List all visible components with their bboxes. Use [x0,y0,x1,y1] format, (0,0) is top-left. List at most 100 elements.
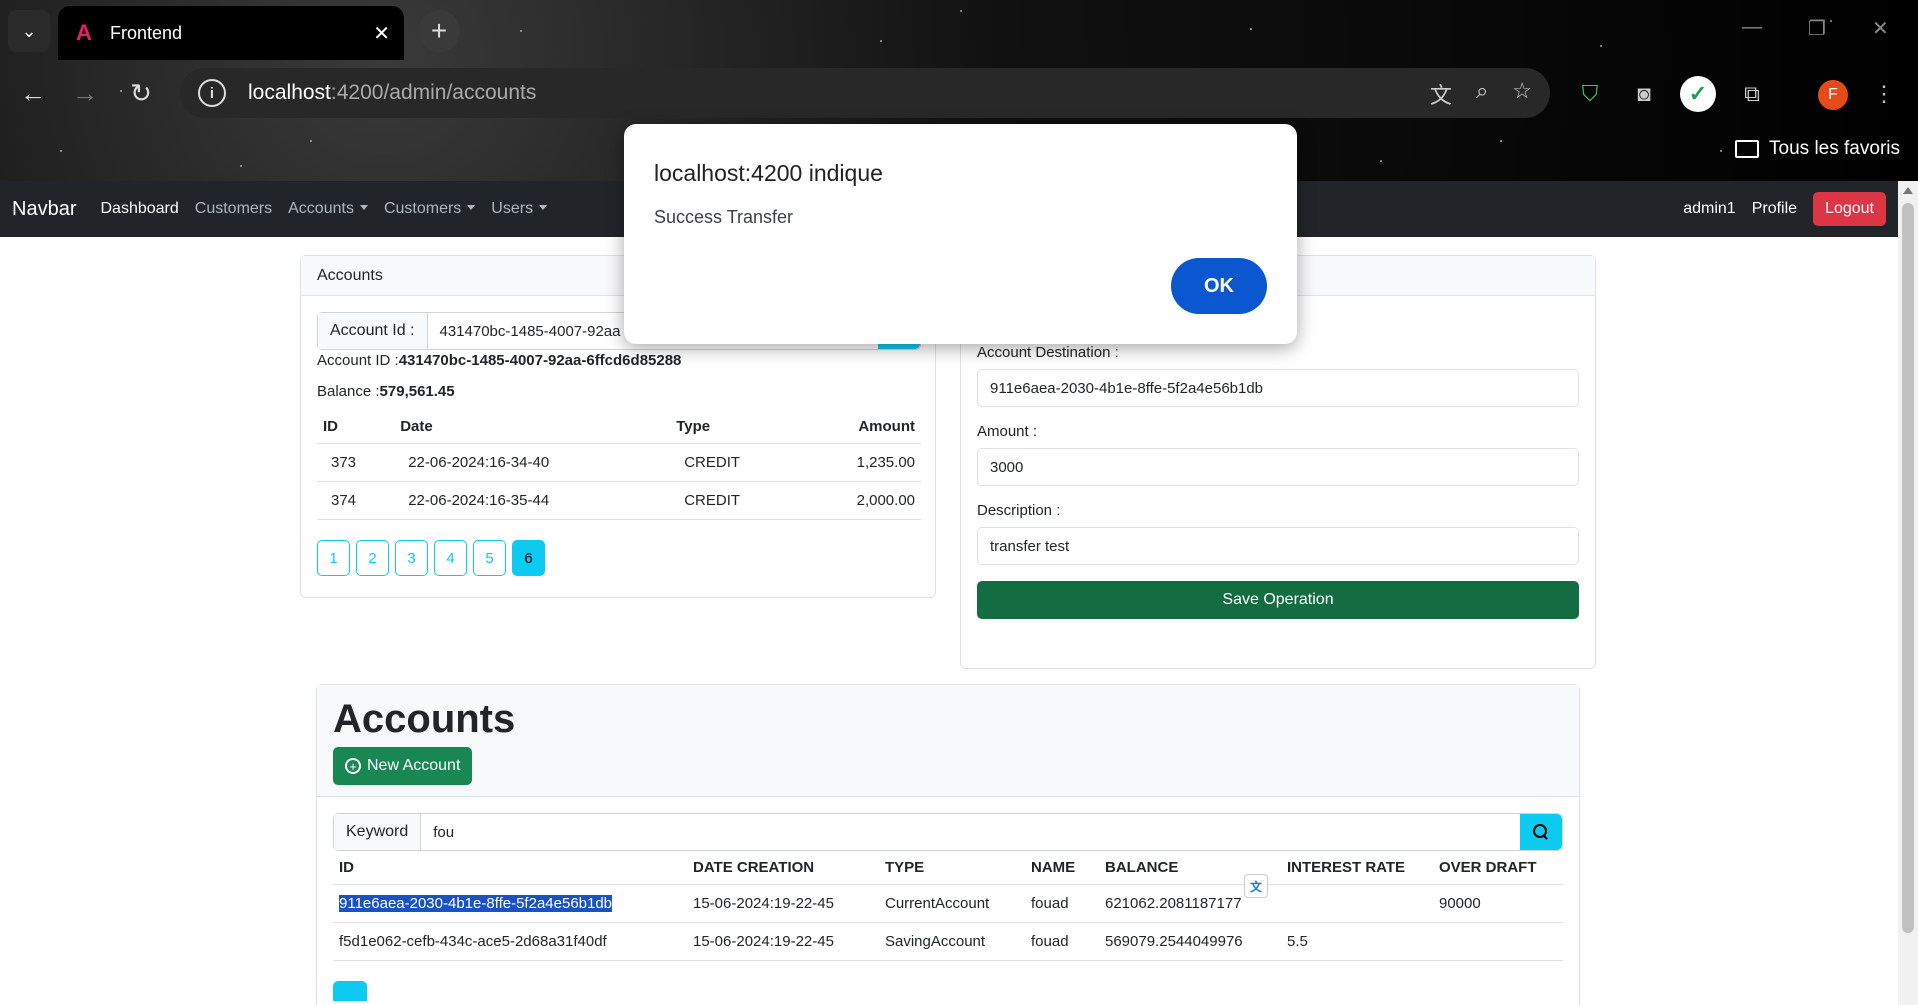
cell-overdraft: 90000 [1433,884,1563,923]
nav-accounts-dropdown[interactable]: Accounts [288,200,368,218]
new-account-label: New Account [367,757,461,774]
navbar-brand[interactable]: Navbar [12,198,76,221]
logout-button[interactable]: Logout [1813,192,1886,226]
nav-customers-dropdown[interactable]: Customers [384,200,475,218]
ok-button[interactable]: OK [1171,258,1267,314]
col-type: TYPE [879,851,1025,885]
puzzle-icon[interactable]: ⧉ [1736,78,1768,110]
cell-overdraft [1433,922,1563,961]
cell-type: CREDIT [670,443,801,482]
url-host: localhost [248,81,331,104]
folder-icon [1735,140,1760,158]
star-icon[interactable]: ☆ [1512,78,1532,110]
checkmark-extension-icon[interactable]: ✓ [1680,76,1716,112]
minimize-icon[interactable]: — [1742,16,1762,39]
cell-amount: 1,235.00 [800,443,921,482]
restore-icon[interactable]: ❐ [1808,16,1826,41]
operations-pagination: 1 2 3 4 5 6 [317,540,919,576]
page-button-4[interactable]: 4 [434,540,467,576]
keyword-search-button[interactable] [1520,814,1562,850]
table-row: 374 22-06-2024:16-35-44 CREDIT 2,000.00 [317,481,921,520]
accounts-table: ID DATE CREATION TYPE NAME BALANCE INTER… [333,851,1563,961]
col-id: ID [317,410,395,444]
cell-id: f5d1e062-cefb-434c-ace5-2d68a31f40df [333,922,687,961]
plus-icon: + [430,15,448,46]
account-id-label: Account Id : [318,313,428,349]
amount-input[interactable]: 3000 [977,448,1579,486]
col-id: ID [333,851,687,885]
page-button-5[interactable]: 5 [473,540,506,576]
nav-username[interactable]: admin1 [1683,200,1735,218]
chevron-down-icon: ⌄ [21,20,37,41]
cell-name: fouad [1025,922,1099,961]
nav-customers[interactable]: Customers [195,200,272,218]
omnibox-icons: 文 ⌕ ☆ [1430,78,1532,110]
page-button-1[interactable]: 1 [317,540,350,576]
keyword-input[interactable]: fou [421,814,1520,850]
tab-frontend[interactable]: A Frontend ✕ [58,6,404,60]
tab-title: Frontend [110,22,183,43]
accounts-list-header: Accounts + New Account [317,685,1579,797]
description-input[interactable]: transfer test [977,527,1579,565]
balance-value: 579,561.45 [379,383,455,400]
search-icon [1533,824,1549,840]
account-id-info-label: Account ID : [317,352,399,369]
shield-icon[interactable]: ⛉ [1574,78,1606,110]
close-window-icon[interactable]: ✕ [1872,16,1889,41]
cell-date: 15-06-2024:19-22-45 [687,884,879,923]
description-label: Description : [977,502,1061,519]
amount-label: Amount : [977,423,1038,440]
page-button-3[interactable]: 3 [395,540,428,576]
back-button[interactable]: ← [14,74,52,112]
save-operation-button[interactable]: Save Operation [977,581,1579,619]
cell-type: CREDIT [670,481,801,520]
alert-dialog: localhost:4200 indique Success Transfer … [624,124,1297,344]
account-id-line: Account ID :431470bc-1485-4007-92aa-6ffc… [317,352,919,369]
table-row: 373 22-06-2024:16-34-40 CREDIT 1,235.00 [317,443,921,482]
browser-toolbar: ← → ↻ i localhost:4200/admin/accounts 文 … [0,60,1918,126]
close-icon[interactable]: ✕ [373,21,390,46]
page-button-2[interactable]: 2 [356,540,389,576]
keyword-group: Keyword fou [333,813,1563,851]
new-account-button[interactable]: + New Account [333,747,473,785]
new-tab-button[interactable]: + [418,10,460,52]
nav-users-dropdown[interactable]: Users [491,200,547,218]
cell-balance: 569079.2544049976 [1099,922,1281,961]
col-name: NAME [1025,851,1099,885]
scrollbar-thumb[interactable] [1902,203,1914,933]
table-row[interactable]: 911e6aea-2030-4b1e-8ffe-5f2a4e56b1db 15-… [333,884,1563,923]
address-bar[interactable]: i localhost:4200/admin/accounts 文 ⌕ ☆ [180,68,1550,118]
nav-dashboard[interactable]: Dashboard [100,200,178,218]
zoom-icon[interactable]: ⌕ [1476,78,1488,110]
balance-line: Balance :579,561.45 [317,383,919,400]
kebab-menu-icon[interactable]: ⋮ [1868,78,1900,110]
translate-icon[interactable]: 文 [1430,78,1452,110]
info-icon[interactable]: i [198,79,226,107]
balance-label: Balance : [317,383,380,400]
accounts-page-button[interactable] [333,981,367,1001]
scroll-up-arrow-icon[interactable] [1903,187,1913,194]
nav-profile[interactable]: Profile [1752,200,1797,218]
destination-label: Account Destination : [977,344,1119,361]
keyword-label: Keyword [334,814,422,850]
profile-avatar[interactable]: F [1818,80,1848,110]
col-over-draft: OVER DRAFT [1433,851,1563,885]
forward-button[interactable]: → [66,74,104,112]
arrow-right-icon: → [72,77,98,108]
destination-input[interactable]: 911e6aea-2030-4b1e-8ffe-5f2a4e56b1db [977,369,1579,407]
table-row[interactable]: f5d1e062-cefb-434c-ace5-2d68a31f40df 15-… [333,922,1563,961]
reload-button[interactable]: ↻ [122,74,160,112]
translate-popup-icon[interactable]: 文 [1244,874,1268,898]
col-interest-rate: INTEREST RATE [1281,851,1433,885]
page-button-6[interactable]: 6 [512,540,545,576]
angular-favicon-icon: A [76,20,92,45]
tab-strip: ⌄ A Frontend ✕ + — ❐ ✕ [0,0,1918,60]
cell-interest [1281,884,1433,923]
favorites-label: Tous les favoris [1769,138,1900,159]
bookmarks-all[interactable]: Tous les favoris [1735,138,1900,160]
tab-search-button[interactable]: ⌄ [8,10,50,52]
operations-table: ID Date Type Amount 373 22-06-2024:16-34… [317,410,921,520]
camera-icon[interactable]: ◙ [1628,78,1660,110]
cell-id: 373 [317,443,395,482]
page-scrollbar[interactable] [1898,181,1918,1005]
